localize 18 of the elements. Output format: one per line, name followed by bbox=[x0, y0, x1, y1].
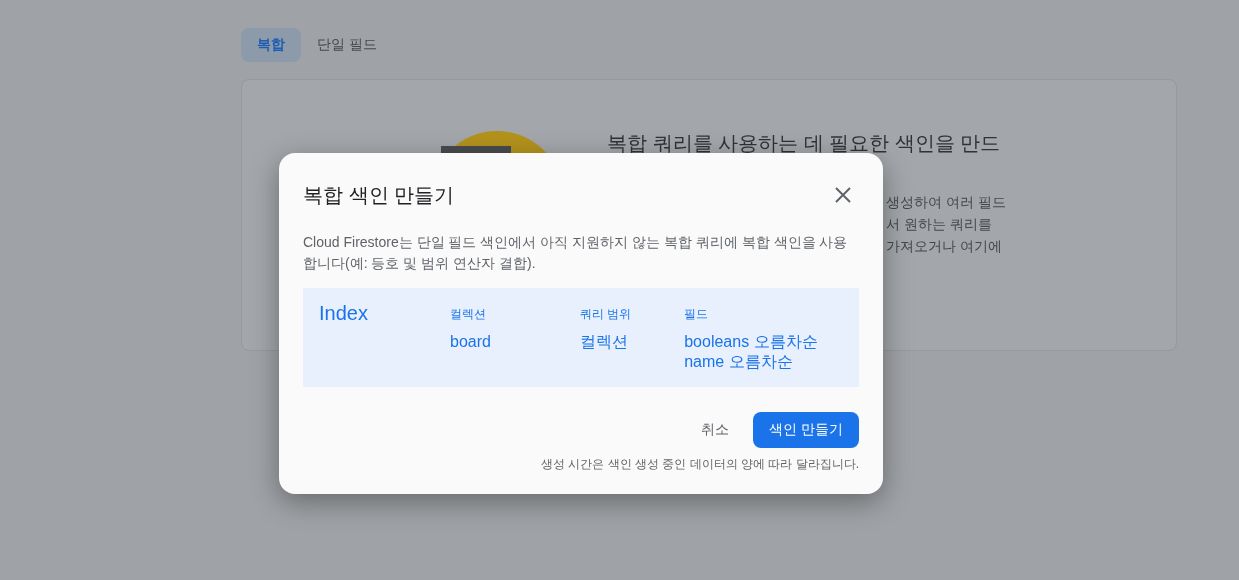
dialog-title: 복합 색인 만들기 bbox=[303, 182, 455, 208]
tab[interactable]: 단일 필드 bbox=[301, 28, 393, 62]
column-header: 컬렉션 bbox=[450, 306, 487, 323]
card-text: 가져오거나 여기에 bbox=[886, 237, 1003, 256]
card-heading: 복합 쿼리를 사용하는 데 필요한 색인을 만드 bbox=[607, 131, 1002, 156]
column-value: booleans 오름차순 bbox=[684, 332, 819, 352]
card-text: 생성하여 여러 필드 bbox=[886, 193, 1006, 212]
card-text: 서 원하는 쿼리를 bbox=[886, 215, 993, 234]
dialog-description: Cloud Firestore는 단일 필드 색인에서 아직 지원하지 않는 복합 쿼리에 복합 색인을 사용합니다(예: 등호 및 범위 연산자 결합). bbox=[303, 233, 849, 273]
column-value: 컬렉션 bbox=[580, 332, 629, 352]
column-header: 필드 bbox=[684, 306, 710, 323]
column-value: name 오름차순 bbox=[684, 352, 794, 372]
footnote: 생성 시간은 색인 생성 중인 데이터의 양에 따라 달라집니다. bbox=[540, 456, 859, 473]
cancel-button[interactable]: 취소 bbox=[701, 413, 730, 447]
create-button[interactable]: 색인 만들기 bbox=[753, 412, 859, 448]
column-header: 쿼리 범위 bbox=[580, 306, 633, 323]
index-label: Index bbox=[319, 302, 369, 326]
column-value: board bbox=[450, 332, 492, 352]
